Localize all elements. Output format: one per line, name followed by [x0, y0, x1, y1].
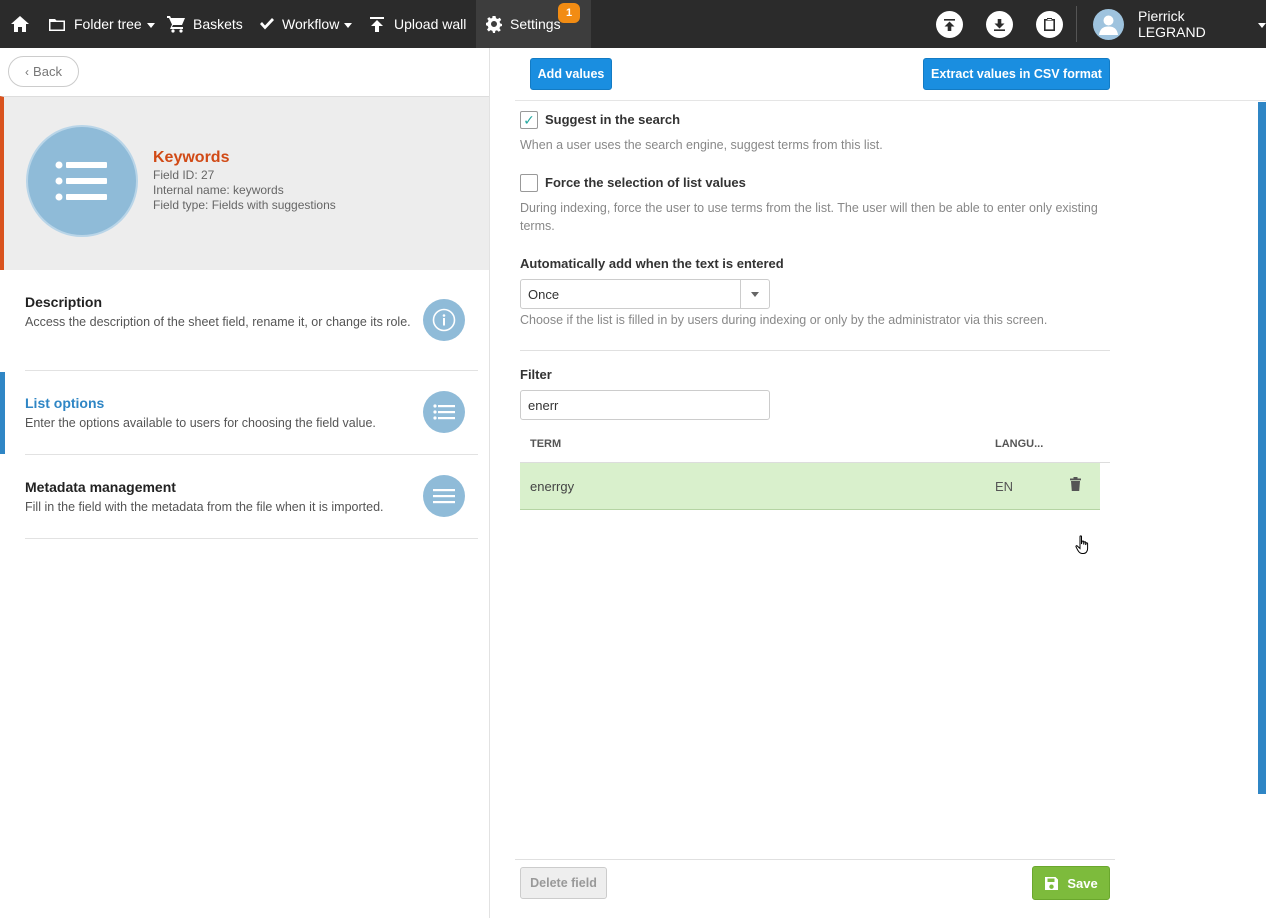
- divider: [520, 350, 1110, 351]
- save-button-label: Save: [1067, 875, 1098, 891]
- user-menu[interactable]: Pierrick LEGRAND: [1138, 0, 1266, 48]
- suggest-label: Suggest in the search: [545, 112, 681, 127]
- folder-icon: [49, 18, 65, 31]
- auto-add-selected: Once: [528, 287, 560, 302]
- user-icon: [1099, 15, 1118, 35]
- field-title: Keywords: [153, 149, 230, 166]
- filter-label: Filter: [520, 367, 552, 382]
- add-values-button[interactable]: Add values: [530, 58, 612, 90]
- floppy-icon: [1045, 876, 1059, 890]
- divider: [515, 100, 1266, 101]
- menu-item-list-options[interactable]: List options Enter the options available…: [25, 371, 478, 455]
- delete-field-button[interactable]: Delete field: [520, 867, 607, 899]
- top-navbar: Folder tree Baskets Workflow Upload wall…: [0, 0, 1266, 48]
- left-panel: ‹ Back Keywords Field ID: 27 Internal na…: [0, 48, 490, 918]
- active-indicator: [0, 372, 5, 454]
- download-button[interactable]: [986, 11, 1013, 38]
- field-id: Field ID: 27: [153, 168, 215, 182]
- upload-icon: [944, 18, 955, 31]
- divider: [515, 859, 1115, 860]
- check-icon: ✓: [523, 111, 535, 128]
- scrollbar[interactable]: [1258, 102, 1266, 794]
- auto-add-select[interactable]: Once: [520, 279, 770, 309]
- gear-icon: [486, 16, 502, 33]
- nav-baskets-label: Baskets: [193, 16, 243, 32]
- home-button[interactable]: [10, 0, 30, 48]
- clipboard-icon: [1044, 18, 1055, 31]
- force-selection-label: Force the selection of list values: [545, 175, 746, 190]
- hand-cursor-icon: [1075, 535, 1091, 560]
- menu-item-title: Description: [25, 294, 103, 310]
- nav-workflow[interactable]: Workflow: [259, 0, 353, 48]
- check-icon: [260, 18, 274, 30]
- menu-item-desc: Enter the options available to users for…: [25, 416, 376, 430]
- filter-input[interactable]: enerr: [520, 390, 770, 420]
- download-icon: [994, 18, 1005, 31]
- column-header-language[interactable]: LANGU...: [995, 438, 1043, 450]
- force-selection-checkbox[interactable]: [520, 174, 538, 192]
- clipboard-button[interactable]: [1036, 11, 1063, 38]
- menu-item-description[interactable]: Description Access the description of th…: [25, 270, 478, 371]
- suggest-help: When a user uses the search engine, sugg…: [520, 138, 883, 152]
- nav-folder-tree-label: Folder tree: [74, 16, 142, 32]
- upload-icon: [370, 16, 384, 32]
- extract-csv-button[interactable]: Extract values in CSV format: [923, 58, 1110, 90]
- list-icon: [423, 391, 465, 433]
- nav-upload-wall[interactable]: Upload wall: [369, 0, 466, 48]
- chevron-down-icon: [740, 280, 769, 308]
- field-type: Field type: Fields with suggestions: [153, 198, 336, 212]
- menu-item-metadata[interactable]: Metadata management Fill in the field wi…: [25, 455, 478, 539]
- menu-item-title: List options: [25, 395, 105, 411]
- language-cell: EN: [995, 479, 1014, 494]
- field-internal-name: Internal name: keywords: [153, 183, 284, 197]
- chevron-left-icon: ‹: [25, 64, 30, 79]
- cart-icon: [167, 16, 185, 33]
- home-icon: [11, 16, 29, 32]
- lines-icon: [423, 475, 465, 517]
- column-header-term[interactable]: TERM: [530, 438, 561, 450]
- nav-upload-wall-label: Upload wall: [394, 16, 467, 32]
- settings-badge: 1: [558, 3, 580, 23]
- term-cell: enerrgy: [530, 479, 575, 494]
- trash-icon[interactable]: [1070, 477, 1081, 496]
- chevron-down-icon: [146, 22, 155, 28]
- table-row[interactable]: enerrgy EN: [520, 463, 1100, 510]
- nav-divider: [1076, 6, 1077, 42]
- field-summary-card: Keywords Field ID: 27 Internal name: key…: [0, 96, 489, 270]
- menu-item-title: Metadata management: [25, 479, 176, 495]
- nav-folder-tree[interactable]: Folder tree: [48, 0, 155, 48]
- chevron-down-icon: [344, 22, 353, 28]
- chevron-down-icon: [1258, 22, 1266, 28]
- info-icon: [423, 299, 465, 341]
- user-name-label: Pierrick LEGRAND: [1138, 8, 1206, 40]
- upload-button[interactable]: [936, 11, 963, 38]
- force-selection-help: During indexing, force the user to use t…: [520, 201, 1098, 233]
- list-icon: [26, 125, 138, 237]
- back-button-label: Back: [33, 64, 62, 79]
- auto-add-help: Choose if the list is filled in by users…: [520, 313, 1048, 327]
- back-button[interactable]: ‹ Back: [8, 56, 79, 87]
- save-button[interactable]: Save: [1032, 866, 1110, 900]
- nav-settings-label: Settings: [510, 16, 561, 32]
- avatar[interactable]: [1093, 9, 1124, 40]
- suggest-checkbox[interactable]: ✓: [520, 111, 538, 129]
- menu-item-desc: Fill in the field with the metadata from…: [25, 500, 384, 514]
- auto-add-label: Automatically add when the text is enter…: [520, 256, 784, 271]
- menu-item-desc: Access the description of the sheet fiel…: [25, 315, 411, 329]
- nav-baskets[interactable]: Baskets: [166, 0, 243, 48]
- right-panel: Add values Extract values in CSV format …: [491, 48, 1266, 918]
- nav-workflow-label: Workflow: [282, 16, 340, 32]
